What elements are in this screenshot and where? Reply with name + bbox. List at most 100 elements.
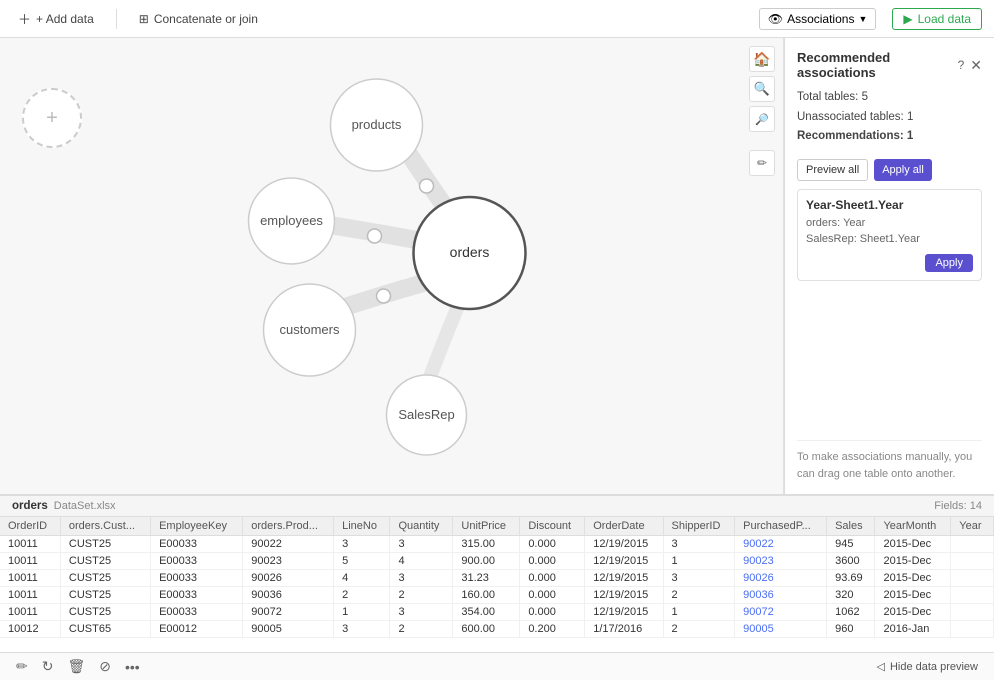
play-icon: ▶ — [903, 12, 912, 26]
graph-svg: products employees customers SalesRep or… — [0, 38, 783, 494]
table-cell: 315.00 — [453, 536, 520, 553]
table-cell: 2 — [390, 621, 453, 638]
table-cell: 900.00 — [453, 553, 520, 570]
home-button[interactable]: 🏠 — [749, 46, 775, 72]
table-cell: 12/19/2015 — [585, 570, 663, 587]
table-cell: 90023 — [243, 553, 334, 570]
table-cell — [951, 553, 994, 570]
table-cell: 3 — [390, 536, 453, 553]
total-tables-stat: Total tables: 5 — [797, 88, 982, 108]
hide-icon: ◁ — [876, 660, 884, 673]
table-cell: 0.000 — [520, 570, 585, 587]
svg-text:products: products — [352, 117, 402, 132]
table-row: 10012CUST65E000129000532600.000.2001/17/… — [0, 621, 994, 638]
table-cell: 1062 — [827, 604, 875, 621]
apply-recommendation-button[interactable]: Apply — [925, 254, 973, 272]
column-header: EmployeeKey — [151, 517, 243, 536]
table-cell: 4 — [334, 570, 390, 587]
table-cell: 3 — [390, 570, 453, 587]
table-cell: 31.23 — [453, 570, 520, 587]
concat-join-button[interactable]: ⊞ Concatenate or join — [133, 9, 264, 29]
table-header-row: OrderIDorders.Cust...EmployeeKeyorders.P… — [0, 517, 994, 536]
help-icon[interactable]: ? — [958, 58, 965, 72]
table-cell: 2015-Dec — [875, 604, 951, 621]
column-header: orders.Cust... — [60, 517, 150, 536]
lasso-button[interactable]: ✏ — [749, 150, 775, 176]
bottom-icons: ✏ ↻ 🗑 ⊘ ••• — [16, 658, 140, 675]
table-cell: 10011 — [0, 604, 60, 621]
table-cell: 600.00 — [453, 621, 520, 638]
refresh-icon[interactable]: ↻ — [42, 658, 54, 675]
table-cell[interactable]: 90072 — [735, 604, 827, 621]
chevron-down-icon: ▼ — [858, 14, 867, 24]
column-header: Sales — [827, 517, 875, 536]
column-header: Year — [951, 517, 994, 536]
table-cell: 2 — [663, 621, 735, 638]
table-cell: 5 — [334, 553, 390, 570]
apply-all-button[interactable]: Apply all — [874, 159, 932, 181]
panel-header-icons: ? ✕ — [958, 57, 982, 74]
table-cell[interactable]: 90022 — [735, 536, 827, 553]
zoom-in-icon: 🔍 — [754, 81, 770, 97]
table-cell[interactable]: 90023 — [735, 553, 827, 570]
table-cell: 12/19/2015 — [585, 587, 663, 604]
table-cell: 90026 — [243, 570, 334, 587]
zoom-in-button[interactable]: 🔍 — [749, 76, 775, 102]
table-cell: 90072 — [243, 604, 334, 621]
data-header: orders DataSet.xlsx Fields: 14 — [0, 496, 994, 517]
rec-detail-2: SalesRep: Sheet1.Year — [806, 231, 973, 248]
table-cell: E00012 — [151, 621, 243, 638]
table-cell: 3 — [334, 536, 390, 553]
filter-icon[interactable]: ⊘ — [99, 658, 111, 675]
table-row: 10011CUST25E000339003622160.000.00012/19… — [0, 587, 994, 604]
table-cell: 90022 — [243, 536, 334, 553]
divider — [116, 9, 117, 29]
table-cell: 320 — [827, 587, 875, 604]
data-subtitle: DataSet.xlsx — [54, 500, 116, 512]
zoom-out-button[interactable]: 🔎 — [749, 106, 775, 132]
table-cell: 12/19/2015 — [585, 604, 663, 621]
hide-data-button[interactable]: ◁ Hide data preview — [876, 660, 978, 673]
table-cell[interactable]: 90005 — [735, 621, 827, 638]
table-cell: CUST25 — [60, 570, 150, 587]
table-cell: CUST25 — [60, 553, 150, 570]
table-cell: 1 — [334, 604, 390, 621]
svg-text:orders: orders — [450, 244, 490, 260]
table-cell: 0.200 — [520, 621, 585, 638]
data-table: OrderIDorders.Cust...EmployeeKeyorders.P… — [0, 517, 994, 638]
associations-button[interactable]: 👁 Associations ▼ — [759, 8, 877, 30]
table-cell: CUST25 — [60, 587, 150, 604]
data-title: orders DataSet.xlsx — [12, 500, 116, 512]
table-cell: 10011 — [0, 587, 60, 604]
table-cell[interactable]: 90036 — [735, 587, 827, 604]
load-data-button[interactable]: ▶ Load data — [892, 8, 982, 30]
table-cell: 10012 — [0, 621, 60, 638]
panel-header: Recommended associations ? ✕ — [797, 50, 982, 80]
table-row: 10011CUST25E000339002233315.000.00012/19… — [0, 536, 994, 553]
table-cell: 354.00 — [453, 604, 520, 621]
table-cell: 1 — [663, 604, 735, 621]
column-header: Discount — [520, 517, 585, 536]
panel-stats: Total tables: 5 Unassociated tables: 1 R… — [797, 88, 982, 147]
associations-icon: 👁 — [768, 12, 783, 26]
table-cell: 12/19/2015 — [585, 553, 663, 570]
table-cell: 0.000 — [520, 587, 585, 604]
table-cell: 3 — [334, 621, 390, 638]
table-cell: 10011 — [0, 570, 60, 587]
table-cell: E00033 — [151, 604, 243, 621]
preview-all-button[interactable]: Preview all — [797, 159, 868, 181]
data-table-wrapper[interactable]: OrderIDorders.Cust...EmployeeKeyorders.P… — [0, 517, 994, 652]
data-fields-count: Fields: 14 — [934, 500, 982, 512]
edit-icon[interactable]: ✏ — [16, 658, 28, 675]
table-cell: 93.69 — [827, 570, 875, 587]
toolbar: ＋ + Add data ⊞ Concatenate or join 👁 Ass… — [0, 0, 994, 38]
more-icon[interactable]: ••• — [125, 659, 140, 675]
add-data-button[interactable]: ＋ + Add data — [12, 6, 100, 31]
table-cell: 0.000 — [520, 553, 585, 570]
table-cell[interactable]: 90026 — [735, 570, 827, 587]
table-cell: 2015-Dec — [875, 553, 951, 570]
recommendation-card: Year-Sheet1.Year orders: Year SalesRep: … — [797, 189, 982, 281]
table-cell: 160.00 — [453, 587, 520, 604]
delete-icon[interactable]: 🗑 — [67, 658, 85, 675]
close-icon[interactable]: ✕ — [970, 57, 982, 74]
